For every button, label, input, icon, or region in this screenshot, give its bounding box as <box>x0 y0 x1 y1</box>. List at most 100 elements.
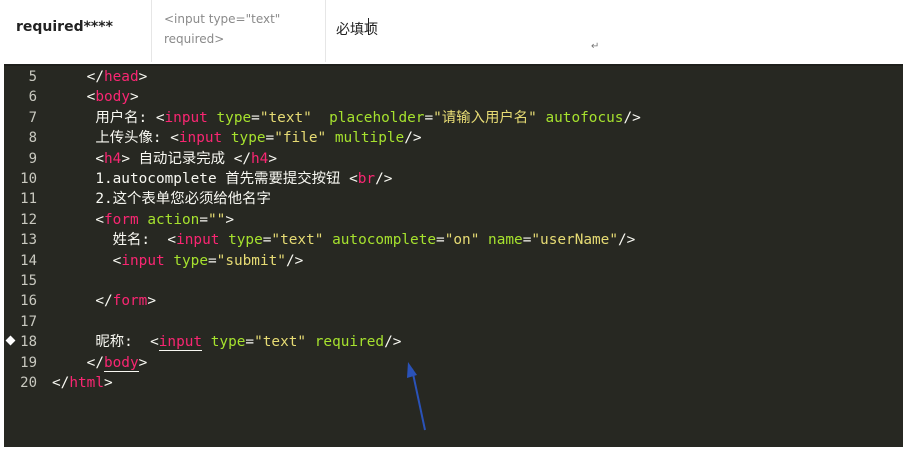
code-token: type <box>230 130 266 147</box>
code-line[interactable]: 10 1.autocomplete 首先需要提交按钮 <br/> <box>4 169 903 189</box>
code-token: form <box>104 211 139 228</box>
attribute-syntax: <input type="text" required> <box>164 12 281 46</box>
code-line[interactable]: 18 昵称: <input type="text" required/> <box>4 332 903 352</box>
code-text: 昵称: <input type="text" required/> <box>52 332 401 352</box>
code-text: 2.这个表单您必须给他名字 <box>52 189 271 209</box>
line-number: 18 <box>20 334 37 351</box>
code-text: <input type="submit"/> <box>52 251 304 271</box>
code-token: "请输入用户名" <box>433 109 537 126</box>
code-line[interactable]: 6 <body> <box>4 87 903 107</box>
code-token: </ <box>86 69 104 85</box>
code-text: </body> <box>52 353 147 373</box>
attribute-name-cell: required**** <box>0 0 152 62</box>
code-token: = <box>251 109 260 126</box>
code-line[interactable]: 19 </body> <box>4 353 903 373</box>
code-token: > <box>138 354 148 371</box>
code-text: 用户名: <input type="text" placeholder="请输入… <box>52 108 641 128</box>
html-attribute-table-row: required**** <input type="text" required… <box>0 0 905 62</box>
line-number: 12 <box>20 211 37 228</box>
code-token: > <box>121 150 130 167</box>
code-token: /> <box>623 109 641 126</box>
code-token: multiple <box>334 130 405 147</box>
code-token: < <box>167 232 177 249</box>
line-number: 8 <box>28 130 37 147</box>
line-number: 7 <box>28 109 37 126</box>
code-token: 上传头像: <box>52 130 171 147</box>
code-editor[interactable]: 5 </head> 6 <body> 7 用户名: <input type="tex… <box>4 64 903 447</box>
code-line[interactable]: 11 2.这个表单您必须给他名字 <box>4 189 903 209</box>
code-text: 1.autocomplete 首先需要提交按钮 <br/> <box>52 169 392 189</box>
code-line[interactable]: 14 <input type="submit"/> <box>4 251 903 271</box>
line-number: 5 <box>28 69 37 85</box>
code-token: < <box>150 334 159 351</box>
text-caret <box>368 18 369 35</box>
code-line[interactable]: 20 </html> <box>4 373 903 393</box>
code-text: 姓名: <input type="text" autocomplete="on"… <box>52 230 636 250</box>
code-token: </ <box>86 354 104 371</box>
code-line[interactable]: 16 </form> <box>4 291 903 311</box>
code-token: 2.这个表单您必须给他名字 <box>52 191 271 208</box>
code-token: = <box>436 232 445 249</box>
code-token: type <box>210 334 246 351</box>
code-token: < <box>170 130 179 147</box>
code-token: input <box>176 232 220 249</box>
code-line[interactable]: 5 </head> <box>4 67 903 87</box>
code-text: 上传头像: <input type="file" multiple/> <box>52 128 422 148</box>
code-token: type <box>228 232 263 249</box>
line-number: 10 <box>20 171 37 187</box>
code-line[interactable]: 9 <h4> 自动记录完成 </h4> <box>4 149 903 169</box>
code-token: > <box>225 211 234 228</box>
code-token: > <box>268 150 278 167</box>
attribute-description: 必填项 <box>336 22 378 38</box>
code-line[interactable]: 7 用户名: <input type="text" placeholder="请… <box>4 108 903 128</box>
code-token: /> <box>618 232 636 249</box>
code-token: 用户名: <box>52 109 156 126</box>
code-line[interactable]: 15 <box>4 271 903 291</box>
code-line[interactable]: 13 姓名: <input type="text" autocomplete="… <box>4 230 903 250</box>
code-text: </html> <box>52 373 113 393</box>
code-token: 昵称: <box>52 334 151 351</box>
line-number: 9 <box>28 150 37 167</box>
code-token: /> <box>404 130 422 147</box>
code-token: name <box>488 232 523 249</box>
code-token: h4 <box>251 150 269 167</box>
code-line[interactable]: 8 上传头像: <input type="file" multiple/> <box>4 128 903 148</box>
code-token: input <box>158 334 203 352</box>
code-token: < <box>155 109 165 126</box>
line-number: 16 <box>20 293 37 310</box>
code-token: form <box>112 293 148 310</box>
code-token: "on" <box>444 232 480 249</box>
line-number: 6 <box>28 89 37 106</box>
line-number: 19 <box>20 354 37 371</box>
line-number: 13 <box>20 232 37 249</box>
code-token: h4 <box>104 150 122 167</box>
code-text: <body> <box>52 87 139 107</box>
code-token: > <box>138 69 148 85</box>
code-text: <form action=""> <box>52 210 234 230</box>
code-token: "submit" <box>216 252 286 269</box>
code-token: > <box>129 89 139 106</box>
line-number: 15 <box>20 273 37 289</box>
code-token: "" <box>207 211 226 228</box>
code-line[interactable]: 12 <form action=""> <box>4 210 903 230</box>
code-token: input <box>178 130 223 147</box>
code-token: 姓名: <box>52 232 168 249</box>
code-token: action <box>147 211 200 228</box>
code-token: = <box>424 109 434 126</box>
code-line[interactable]: 17 <box>4 312 903 332</box>
code-token: </ <box>95 293 113 310</box>
attribute-description-cell[interactable]: 必填项 ↵ <box>326 0 905 62</box>
code-text: </head> <box>52 67 148 87</box>
line-number: 14 <box>20 252 37 269</box>
code-token: 自动记录完成 <box>130 150 234 167</box>
